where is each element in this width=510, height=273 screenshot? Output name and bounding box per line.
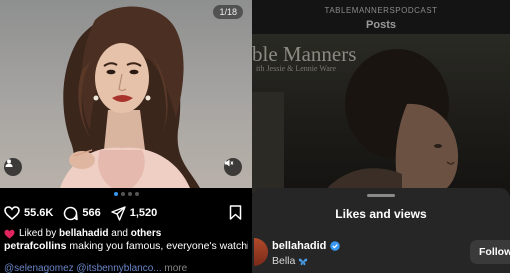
sheet-title: Likes and views	[335, 207, 427, 221]
verified-badge-icon	[330, 241, 341, 251]
mute-icon[interactable]	[224, 158, 242, 176]
liked-by-prefix: Liked by	[19, 228, 57, 239]
caption-username[interactable]: petrafcollins	[4, 240, 66, 252]
sheet-drag-handle[interactable]	[367, 194, 395, 197]
profile-handle: TABLEMANNERSPODCAST	[324, 6, 438, 15]
shares-count: 1,520	[129, 207, 158, 219]
row-username[interactable]: bellahadid	[272, 240, 326, 252]
save-button[interactable]	[229, 205, 242, 225]
caption-text: making you famous, everyone's watching	[69, 240, 248, 252]
liked-by-and: and	[111, 228, 128, 239]
share-icon	[111, 205, 126, 221]
heart-icon	[4, 206, 20, 220]
comment-button[interactable]: 566	[63, 206, 101, 221]
row-display-name: Bella	[272, 255, 296, 267]
share-button[interactable]: 1,520	[111, 205, 158, 221]
video-subtitle-overlay: ith Jessie & Lennie Ware	[256, 64, 337, 73]
row-display-name-line: Bella	[272, 255, 308, 267]
portrait-illustration	[60, 6, 200, 188]
bookmark-icon	[229, 205, 242, 220]
liked-by-user[interactable]: bellahadid	[59, 228, 108, 239]
carousel-dot	[113, 192, 118, 196]
section-title: Posts	[366, 19, 396, 31]
caption-more-link[interactable]: more	[164, 263, 187, 273]
follow-button[interactable]: Follow	[470, 240, 510, 264]
person-tag-icon[interactable]	[4, 158, 22, 176]
like-button[interactable]: 55.6K	[4, 206, 53, 220]
comments-count: 566	[82, 207, 101, 219]
tag-mentions[interactable]: @selenagomez @itsbennyblanco...	[4, 263, 162, 273]
post-photo[interactable]: 1/18	[0, 0, 252, 188]
likes-count: 55.6K	[24, 207, 54, 219]
list-item[interactable]: bellahadid Bella Follow	[252, 236, 510, 273]
carousel-dot	[134, 192, 139, 196]
post-panel: 1/18 55.6K 566 1,520 Liked by bellahadid…	[0, 0, 252, 273]
carousel-indicator	[0, 192, 252, 196]
caption-tags: @selenagomez @itsbennyblanco... more	[4, 263, 187, 273]
liked-by-others[interactable]: others	[131, 228, 162, 239]
butterfly-emoji-icon	[299, 257, 308, 265]
post-actions: 55.6K 566 1,520	[4, 203, 242, 223]
image-counter: 1/18	[213, 5, 243, 19]
post-caption: petrafcollins making you famous, everyon…	[4, 240, 248, 253]
carousel-dot	[127, 192, 132, 196]
comment-icon	[64, 206, 79, 220]
likes-panel: TABLEMANNERSPODCAST Posts ble Manners it…	[252, 0, 510, 273]
video-preview[interactable]: ble Manners ith Jessie & Lennie Ware	[252, 34, 510, 194]
red-hearts-emoji-icon	[4, 229, 15, 238]
liked-by-line: Liked by bellahadid and others	[4, 228, 161, 239]
avatar[interactable]	[254, 238, 268, 266]
likes-sheet: Likes and views bellahadid Bella Follow	[252, 188, 510, 273]
row-username-line: bellahadid	[272, 240, 341, 252]
carousel-dot	[120, 192, 125, 196]
